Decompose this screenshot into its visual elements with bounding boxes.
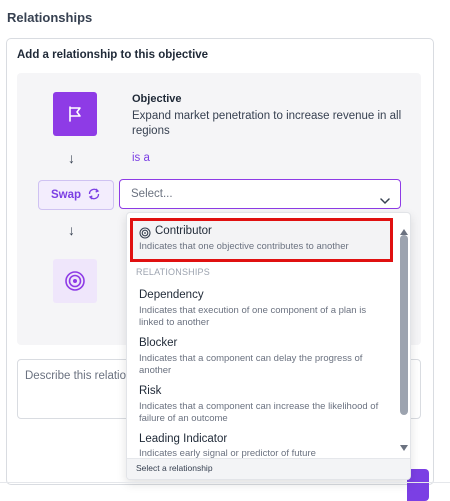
- target-icon: [53, 259, 97, 303]
- scrollbar-thumb[interactable]: [400, 235, 408, 415]
- arrow-down-icon: ↓: [68, 150, 75, 166]
- option-dependency[interactable]: Dependency Indicates that execution of o…: [127, 289, 397, 333]
- divider: [0, 482, 450, 483]
- option-contributor[interactable]: Contributor Indicates that one objective…: [130, 218, 393, 262]
- option-label: Dependency: [139, 289, 204, 301]
- source-objective-label: Objective: [132, 93, 182, 105]
- select-placeholder: Select...: [131, 188, 173, 200]
- option-desc: Indicates that a component can increase …: [139, 401, 379, 424]
- description-placeholder: Describe this relatio: [25, 370, 126, 382]
- option-label: Blocker: [139, 337, 178, 349]
- option-risk[interactable]: Risk Indicates that a component can incr…: [127, 385, 397, 429]
- group-label: RELATIONSHIPS: [136, 267, 210, 277]
- option-blocker[interactable]: Blocker Indicates that a component can d…: [127, 337, 397, 381]
- dropdown-scrollbar[interactable]: [400, 223, 408, 457]
- relationship-select[interactable]: Select...: [119, 179, 401, 209]
- panel-title: Add a relationship to this objective: [17, 49, 209, 61]
- swap-button[interactable]: Swap: [38, 180, 114, 210]
- arrow-down-icon: ↓: [68, 222, 75, 238]
- option-contributor-desc: Indicates that one objective contributes…: [139, 241, 349, 252]
- option-label: Leading Indicator: [139, 433, 228, 445]
- swap-label: Swap: [50, 189, 82, 201]
- option-contributor-label: Contributor: [155, 225, 212, 237]
- source-objective-name: Expand market penetration to increase re…: [132, 110, 402, 137]
- dropdown-footer-text: Select a relationship: [136, 463, 213, 473]
- relationship-dropdown: Contributor Indicates that one objective…: [126, 212, 411, 480]
- option-desc: Indicates that a component can delay the…: [139, 353, 363, 376]
- option-desc: Indicates that execution of one componen…: [139, 305, 367, 328]
- dropdown-footer: Select a relationship: [127, 458, 410, 479]
- swap-icon: [87, 187, 101, 204]
- flag-icon: [53, 92, 97, 136]
- scroll-down-icon[interactable]: [400, 439, 408, 457]
- option-label: Risk: [139, 385, 162, 397]
- relation-prefix: is a: [132, 152, 150, 164]
- option-leading-indicator[interactable]: Leading Indicator Indicates early signal…: [127, 433, 397, 461]
- section-title: Relationships: [7, 10, 93, 25]
